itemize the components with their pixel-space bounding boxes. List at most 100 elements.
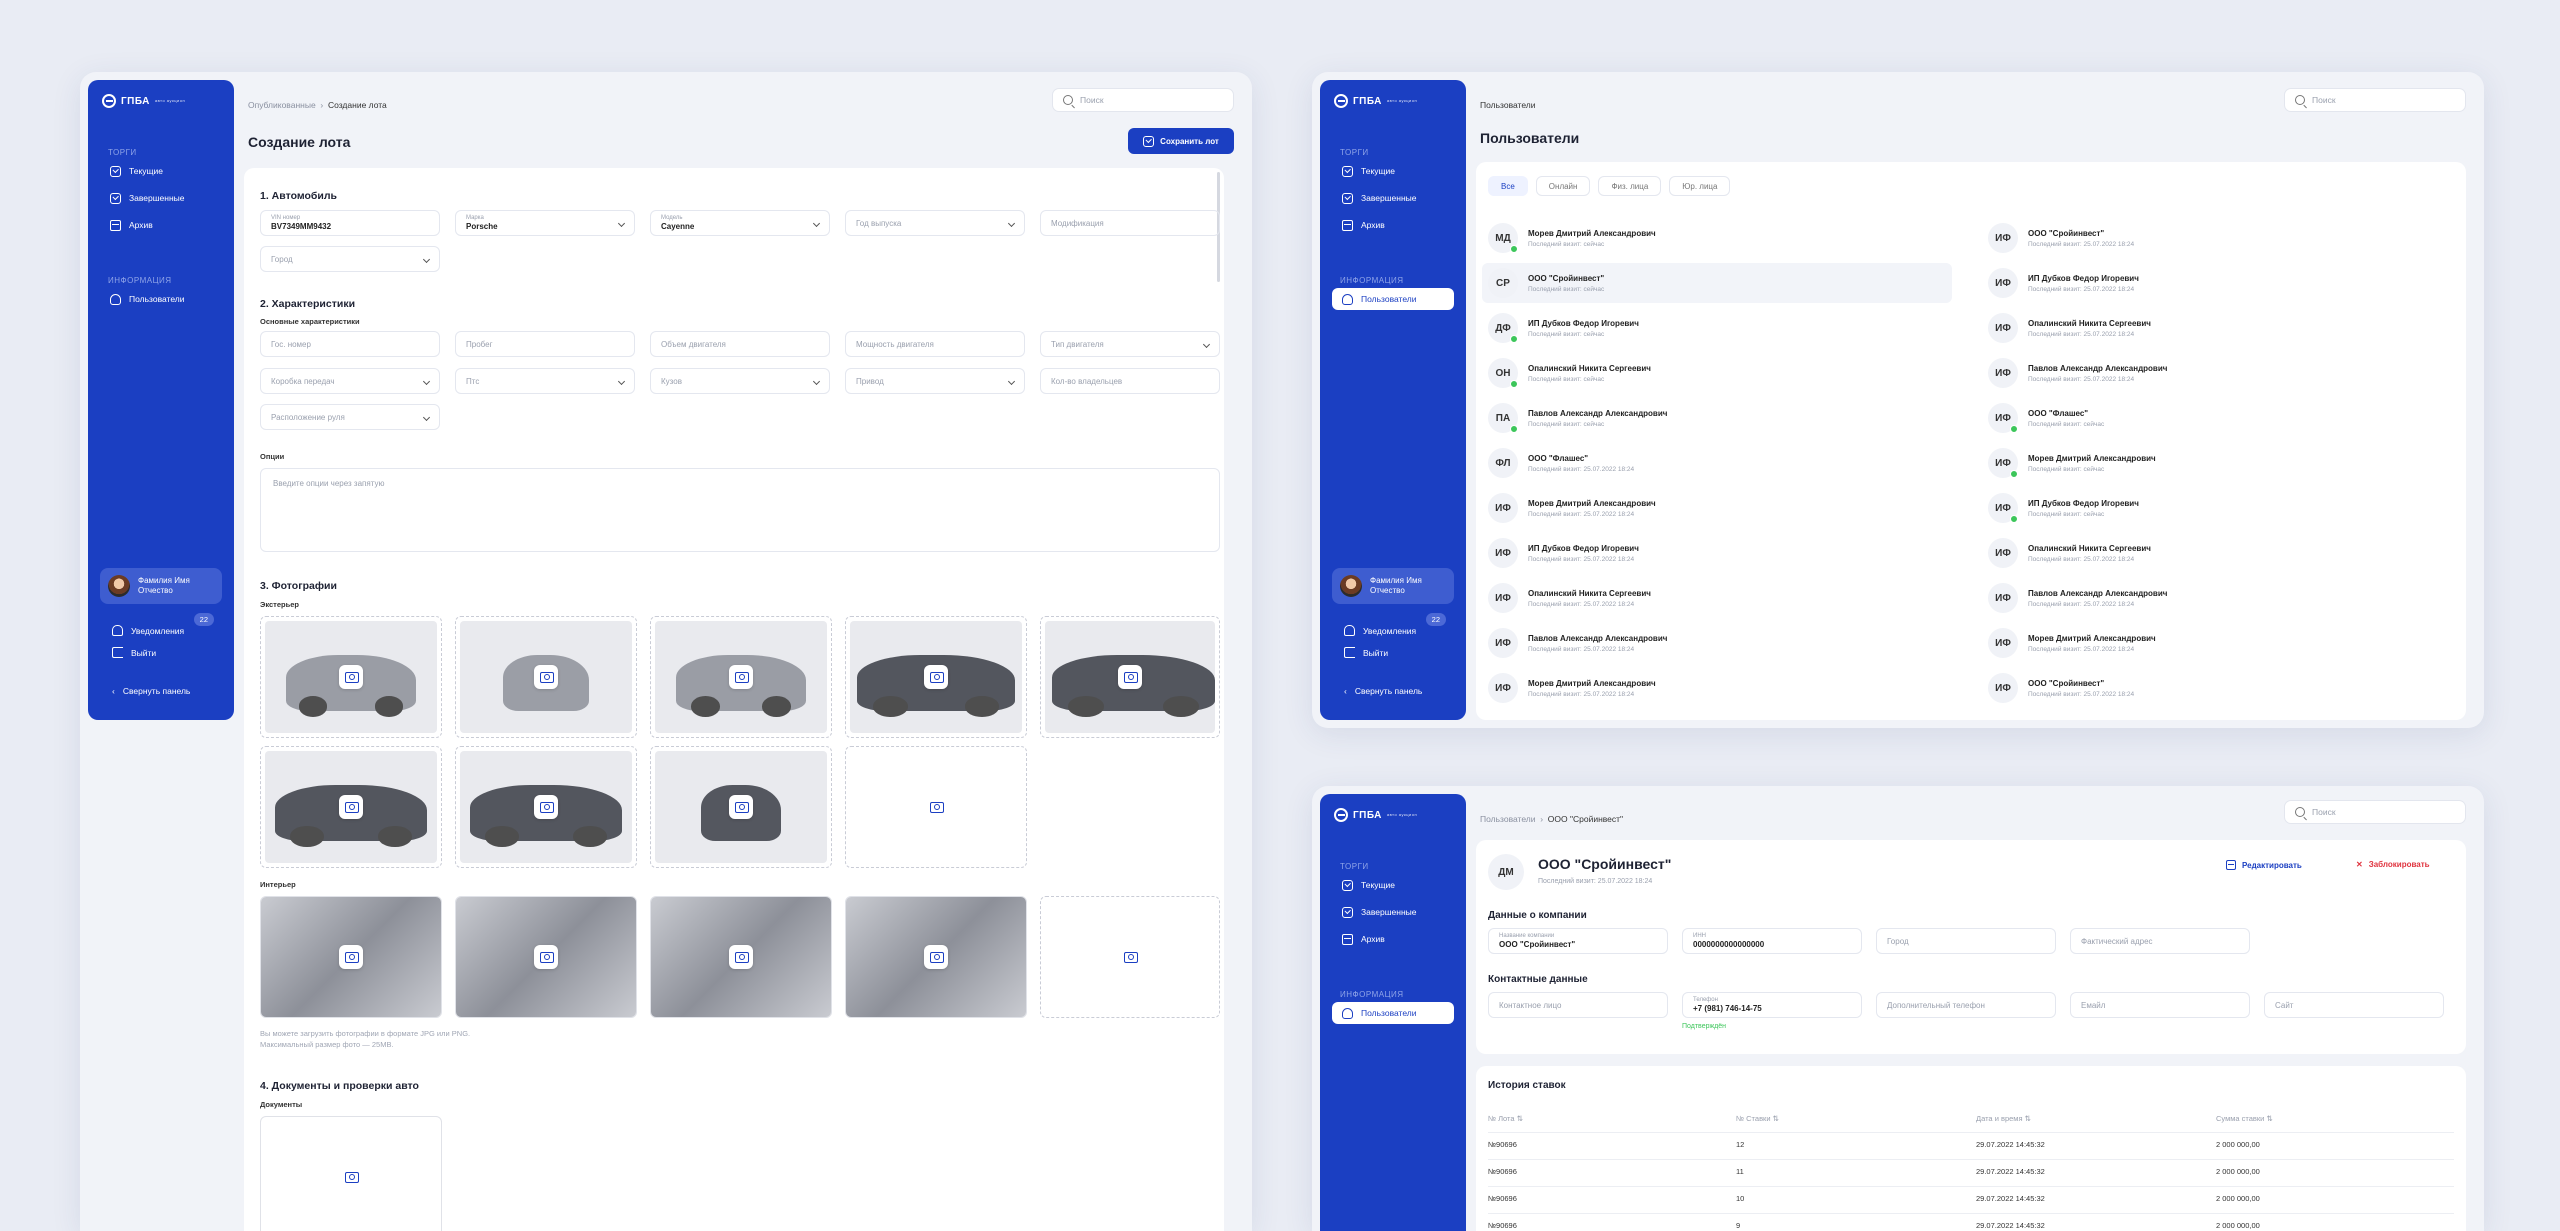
nav-archive[interactable]: Архив [100,214,222,236]
camera-icon[interactable] [339,665,363,689]
camera-icon[interactable] [924,795,948,819]
interior-photo[interactable] [845,896,1027,1018]
user-list-item[interactable]: ИФ Павлов Александр Александрович Последни… [1482,623,1952,663]
add-document[interactable] [260,1116,442,1231]
user-list-item[interactable]: ИФ Морев Дмитрий Александрович Последний в… [1482,668,1952,708]
exterior-photo[interactable] [260,616,442,738]
logout-link[interactable]: Выйти [1344,647,1388,658]
tab-online[interactable]: Онлайн [1535,176,1591,196]
city-select[interactable]: Город [260,246,440,272]
nav-current[interactable]: Текущие [1332,874,1454,896]
gearbox-select[interactable]: Коробка передач [260,368,440,394]
add-document-icon[interactable] [339,1165,363,1189]
breadcrumb-published[interactable]: Опубликованные [248,100,316,110]
contact-person-field[interactable]: Контактное лицо [1488,992,1668,1018]
inn-field[interactable]: ИНН 0000000000000000 [1682,928,1862,954]
col-bid[interactable]: № Ставки ⇅ [1736,1114,1779,1123]
nav-users[interactable]: Пользователи [1332,288,1454,310]
collapse-link[interactable]: ‹ Свернуть панель [112,686,190,696]
tab-individuals[interactable]: Физ. лица [1598,176,1662,196]
collapse-link[interactable]: ‹ Свернуть панель [1344,686,1422,696]
search-input[interactable]: Поиск [1052,88,1234,112]
email-field[interactable]: Емайл [2070,992,2250,1018]
options-textarea[interactable]: Введите опции через запятую [260,468,1220,552]
camera-icon[interactable] [339,945,363,969]
engine-power-field[interactable]: Мощность двигателя [845,331,1025,357]
user-list-item[interactable]: ИФ Опалинский Никита Сергеевич Последний в… [1982,533,2452,573]
owners-field[interactable]: Кол-во владельцев [1040,368,1220,394]
modification-field[interactable]: Модификация [1040,210,1220,236]
year-select[interactable]: Год выпуска [845,210,1025,236]
search-input[interactable]: Поиск [2284,800,2466,824]
phone-field[interactable]: Телефон +7 (981) 746-14-75 [1682,992,1862,1018]
user-list-item[interactable]: ПА Павлов Александр Александрович Последни… [1482,398,1952,438]
save-lot-button[interactable]: Сохранить лот [1128,128,1234,154]
city-field[interactable]: Город [1876,928,2056,954]
camera-icon[interactable] [534,945,558,969]
user-list-item[interactable]: ИФ ООО "Сройинвест" Последний визит: 25.07… [1982,668,2452,708]
profile-card[interactable]: Фамилия Имя Отчество [100,568,222,604]
edit-button[interactable]: Редактировать [2226,860,2302,870]
user-list-item[interactable]: ИФ ООО "Флашес" Последний визит: сейчас [1982,398,2452,438]
user-list-item[interactable]: ИФ ИП Дубков Федор Игоревич Последний визи… [1482,533,1952,573]
camera-icon[interactable] [534,665,558,689]
camera-icon[interactable] [729,945,753,969]
exterior-photo[interactable] [845,616,1027,738]
camera-icon[interactable] [339,795,363,819]
nav-finished[interactable]: Завершенные [1332,187,1454,209]
nav-current[interactable]: Текущие [1332,160,1454,182]
exterior-photo[interactable] [1040,616,1220,738]
engine-volume-field[interactable]: Объем двигателя [650,331,830,357]
interior-photo[interactable] [650,896,832,1018]
nav-archive[interactable]: Архив [1332,928,1454,950]
exterior-photo[interactable] [455,746,637,868]
user-list-item[interactable]: ИФ Морев Дмитрий Александрович Последний в… [1982,443,2452,483]
user-list-item[interactable]: ИФ Морев Дмитрий Александрович Последний в… [1982,623,2452,663]
user-list-item[interactable]: ИФ Морев Дмитрий Александрович Последний в… [1482,488,1952,528]
nav-finished[interactable]: Завершенные [100,187,222,209]
add-exterior-photo[interactable] [845,746,1027,868]
nav-users[interactable]: Пользователи [1332,1002,1454,1024]
camera-icon[interactable] [729,795,753,819]
exterior-photo[interactable] [260,746,442,868]
interior-photo[interactable] [455,896,637,1018]
col-date[interactable]: Дата и время ⇅ [1976,1114,2031,1123]
tab-legal[interactable]: Юр. лица [1669,176,1731,196]
plate-field[interactable]: Гос. номер [260,331,440,357]
nav-users[interactable]: Пользователи [100,288,222,310]
user-list-item[interactable]: ФЛ ООО "Флашес" Последний визит: 25.07.202… [1482,443,1952,483]
exterior-photo[interactable] [650,746,832,868]
pts-select[interactable]: Птс [455,368,635,394]
user-list-item[interactable]: ИФ Опалинский Никита Сергеевич Последний в… [1982,308,2452,348]
notifications-link[interactable]: Уведомления [112,625,184,636]
camera-icon[interactable] [924,665,948,689]
camera-icon[interactable] [534,795,558,819]
user-list-item[interactable]: ИФ ИП Дубков Федор Игоревич Последний визи… [1982,263,2452,303]
user-list-item[interactable]: ИФ ИП Дубков Федор Игоревич Последний визи… [1982,488,2452,528]
body-select[interactable]: Кузов [650,368,830,394]
col-sum[interactable]: Сумма ставки ⇅ [2216,1114,2273,1123]
camera-icon[interactable] [729,665,753,689]
exterior-photo[interactable] [455,616,637,738]
engine-type-select[interactable]: Тип двигателя [1040,331,1220,357]
user-list-item[interactable]: СР ООО "Сройинвест" Последний визит: сейча… [1482,263,1952,303]
user-list-item[interactable]: МД Морев Дмитрий Александрович Последний в… [1482,218,1952,258]
mileage-field[interactable]: Пробег [455,331,635,357]
col-lot[interactable]: № Лота ⇅ [1488,1114,1523,1123]
block-button[interactable]: ✕ Заблокировать [2356,860,2430,869]
camera-icon[interactable] [1118,945,1142,969]
logout-link[interactable]: Выйти [112,647,156,658]
model-select[interactable]: Модель Cayenne [650,210,830,236]
drive-select[interactable]: Привод [845,368,1025,394]
company-name-field[interactable]: Название компании ООО "Сройинвест" [1488,928,1668,954]
user-list-item[interactable]: ОН Опалинский Никита Сергеевич Последний в… [1482,353,1952,393]
wheel-position-select[interactable]: Расположение руля [260,404,440,430]
nav-current[interactable]: Текущие [100,160,222,182]
camera-icon[interactable] [924,945,948,969]
user-list-item[interactable]: ДФ ИП Дубков Федор Игоревич Последний визи… [1482,308,1952,348]
exterior-photo[interactable] [650,616,832,738]
user-list-item[interactable]: ИФ Опалинский Никита Сергеевич Последний в… [1482,578,1952,618]
make-select[interactable]: Марка Porsche [455,210,635,236]
breadcrumb-users[interactable]: Пользователи [1480,814,1535,824]
nav-archive[interactable]: Архив [1332,214,1454,236]
